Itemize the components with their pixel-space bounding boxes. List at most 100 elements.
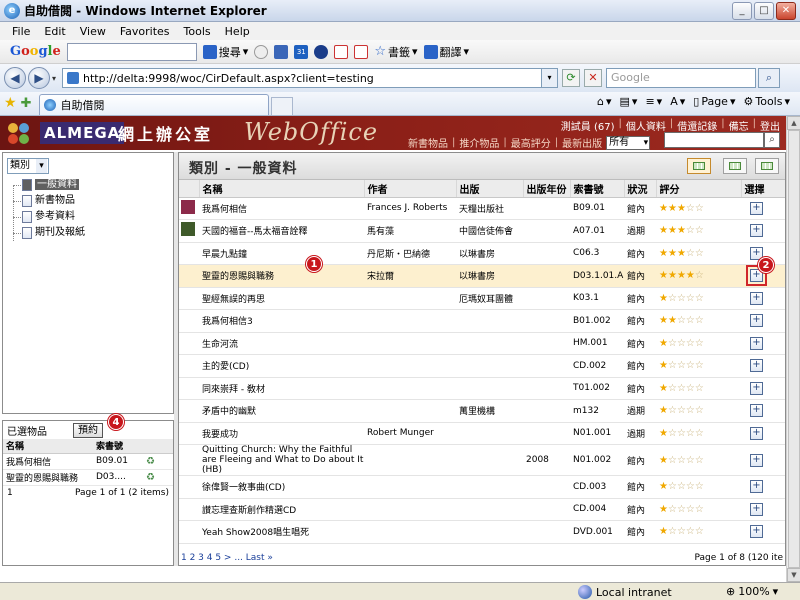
add-to-selection-button[interactable]: + (750, 291, 763, 305)
menu-file[interactable]: File (12, 25, 30, 38)
print-button[interactable]: ▤ ▾ (620, 95, 638, 108)
borrow-history-link[interactable]: 借還記錄 (677, 118, 717, 133)
menu-help[interactable]: Help (225, 25, 250, 38)
rating-stars[interactable]: ★☆☆☆☆ (656, 444, 741, 476)
column-header-rating[interactable]: 評分 (656, 180, 742, 198)
tab-self-borrow[interactable]: 自助借閱 (39, 94, 270, 115)
new-tab-button[interactable] (271, 97, 294, 115)
column-header-title[interactable]: 名稱 (199, 180, 365, 198)
refresh-button[interactable]: ⟳ (562, 69, 581, 87)
table-row[interactable]: 讃忘理查斯創作精選CD CD.004 館內 ★☆☆☆☆ + (179, 498, 785, 521)
rating-stars[interactable]: ★★★☆☆ (656, 219, 741, 243)
back-button[interactable]: ◀ (4, 67, 26, 89)
rating-stars[interactable]: ★☆☆☆☆ (656, 332, 741, 355)
logout-link[interactable]: 登出 (760, 118, 780, 133)
table-row[interactable]: 生命河流 HM.001 館內 ★☆☆☆☆ + (179, 332, 785, 355)
rating-stars[interactable]: ★☆☆☆☆ (656, 287, 741, 310)
table-row[interactable]: 我爲何相信3 B01.002 館內 ★★☆☆☆ + (179, 309, 785, 333)
add-to-selection-button[interactable]: + (750, 480, 763, 494)
add-to-selection-button[interactable]: + (750, 224, 763, 238)
reserve-button[interactable]: 預約 (73, 422, 103, 438)
translate-button[interactable]: 翻譯 ▾ (423, 44, 469, 60)
forward-button[interactable]: ▶ (28, 67, 50, 89)
grid-view-button[interactable] (687, 158, 711, 174)
add-to-selection-button[interactable]: + (750, 381, 763, 395)
item-title[interactable]: Quitting Church: Why the Faithful are Fl… (199, 444, 364, 476)
scroll-down-icon[interactable]: ▼ (787, 568, 800, 582)
item-title[interactable]: Yeah Show2008唱生唱死 (199, 520, 364, 544)
rating-stars[interactable]: ★★★★☆ (656, 264, 741, 288)
column-header-publisher[interactable]: 出版 (456, 180, 524, 198)
page-scrollbar[interactable]: ▲ ▼ (786, 116, 800, 582)
url-dropdown-icon[interactable]: ▾ (542, 68, 559, 88)
table-row[interactable]: 聖靈的恩賜與職務 宋拉爾 以琳書房 D03.1.01.A 館內 ★★★★☆ + (179, 264, 785, 288)
column-header-status[interactable]: 狀況 (624, 180, 657, 198)
calendar-icon[interactable]: 31 (294, 44, 309, 59)
add-to-selection-button[interactable]: + (750, 426, 763, 440)
site-search-icon[interactable]: ⌕ (764, 132, 780, 148)
rating-stars[interactable]: ★☆☆☆☆ (656, 475, 741, 499)
book-icon[interactable] (274, 44, 289, 59)
add-to-selection-button[interactable]: + (750, 502, 763, 516)
stop-button[interactable]: ✕ (584, 69, 603, 87)
item-title[interactable]: 聖經無誤的再思 (199, 287, 364, 310)
item-title[interactable]: 早晨九點鐘 (199, 242, 364, 265)
add-to-selection-button[interactable]: + (750, 359, 763, 373)
table-row[interactable]: 聖經無誤的再思 厄瑪奴耳團體 K03.1 館內 ★☆☆☆☆ + (179, 287, 785, 310)
table-row[interactable]: 我爲何相信 Frances J. Roberts 天糧出版社 B09.01 館內 ★★★☆… (179, 197, 785, 220)
rating-stars[interactable]: ★★★☆☆ (656, 242, 741, 265)
tools-menu[interactable]: ⚙ Tools ▾ (743, 95, 790, 108)
menu-view[interactable]: View (80, 25, 106, 38)
item-title[interactable]: 讃忘理查斯創作精選CD (199, 498, 364, 521)
close-button[interactable]: ✕ (776, 2, 796, 20)
pager-page-link[interactable]: 1 (7, 488, 13, 498)
add-to-selection-button[interactable]: + (750, 453, 763, 467)
profile-link[interactable]: 個人資料 (626, 118, 666, 133)
zoom-control[interactable]: ⊕ 100% ▾ (726, 585, 778, 598)
table-row[interactable]: 矛盾中的幽默 萬里機構 m132 過期 ★☆☆☆☆ + (179, 399, 785, 423)
site-search-input[interactable] (664, 132, 764, 148)
memo-link[interactable]: 備忘 (729, 118, 749, 133)
table-row[interactable]: Yeah Show2008唱生唱死 DVD.001 館內 ★☆☆☆☆ + (179, 520, 785, 544)
spell-check-icon[interactable] (354, 44, 369, 59)
rating-stars[interactable]: ★☆☆☆☆ (656, 422, 741, 445)
add-to-selection-button[interactable]: + (750, 314, 763, 328)
add-to-selection-button[interactable]: + (750, 201, 763, 215)
remove-item-icon[interactable]: ♻ (146, 472, 155, 483)
browser-search-input[interactable]: Google (606, 68, 757, 88)
url-field[interactable]: http://delta:9998/woc/CirDefault.aspx?cl… (62, 68, 543, 88)
column-header-year[interactable]: 出版年份 (523, 180, 571, 198)
favorites-star-icon[interactable]: ★ (4, 95, 17, 111)
nav-latest[interactable]: 最新出版 (562, 135, 602, 150)
menu-tools[interactable]: Tools (184, 25, 211, 38)
home-button[interactable]: ⌂ ▾ (597, 95, 612, 108)
table-row[interactable]: 主的愛(CD) CD.002 館內 ★☆☆☆☆ + (179, 354, 785, 378)
item-title[interactable]: 我爲何相信 (199, 197, 364, 220)
tree-item-new[interactable]: 新書物品 (11, 193, 85, 209)
bookmarks-button[interactable]: ☆ 書籤 ▾ (374, 44, 417, 60)
feeds-button[interactable]: ≡ ▾ (645, 95, 662, 108)
search-icon[interactable]: ⌕ (758, 68, 781, 88)
table-row[interactable]: 徐偉賢一敘事曲(CD) CD.003 館內 ★☆☆☆☆ + (179, 475, 785, 499)
item-title[interactable]: 矛盾中的幽默 (199, 399, 364, 423)
rating-stars[interactable]: ★☆☆☆☆ (656, 377, 741, 400)
rating-stars[interactable]: ★★★☆☆ (656, 197, 741, 220)
scroll-thumb[interactable] (788, 130, 800, 568)
item-title[interactable]: 徐偉賢一敘事曲(CD) (199, 475, 364, 499)
item-title[interactable]: 聖靈的恩賜與職務 (199, 264, 364, 288)
page-menu[interactable]: ▯ Page ▾ (693, 95, 735, 108)
table-row[interactable]: 早晨九點鐘 丹尼斯・巴納德 以琳書房 C06.3 館內 ★★★☆☆ + (179, 242, 785, 265)
column-header-author[interactable]: 作者 (364, 180, 457, 198)
nav-top-rated[interactable]: 最高評分 (511, 135, 551, 150)
column-header-call-number[interactable]: 索書號 (570, 180, 625, 198)
google-search-button[interactable]: 搜尋 ▾ (202, 44, 248, 60)
minimize-button[interactable]: _ (732, 2, 752, 20)
table-view-button[interactable] (723, 158, 747, 174)
add-favorite-icon[interactable]: ✚ (21, 96, 32, 111)
category-select[interactable]: 類別 (7, 158, 49, 174)
scroll-up-icon[interactable]: ▲ (787, 116, 800, 130)
mail-icon[interactable] (334, 44, 349, 59)
table-row[interactable]: Quitting Church: Why the Faithful are Fl… (179, 444, 785, 476)
tree-item-reference[interactable]: 參考資料 (11, 209, 85, 225)
rating-stars[interactable]: ★★☆☆☆ (656, 309, 741, 333)
